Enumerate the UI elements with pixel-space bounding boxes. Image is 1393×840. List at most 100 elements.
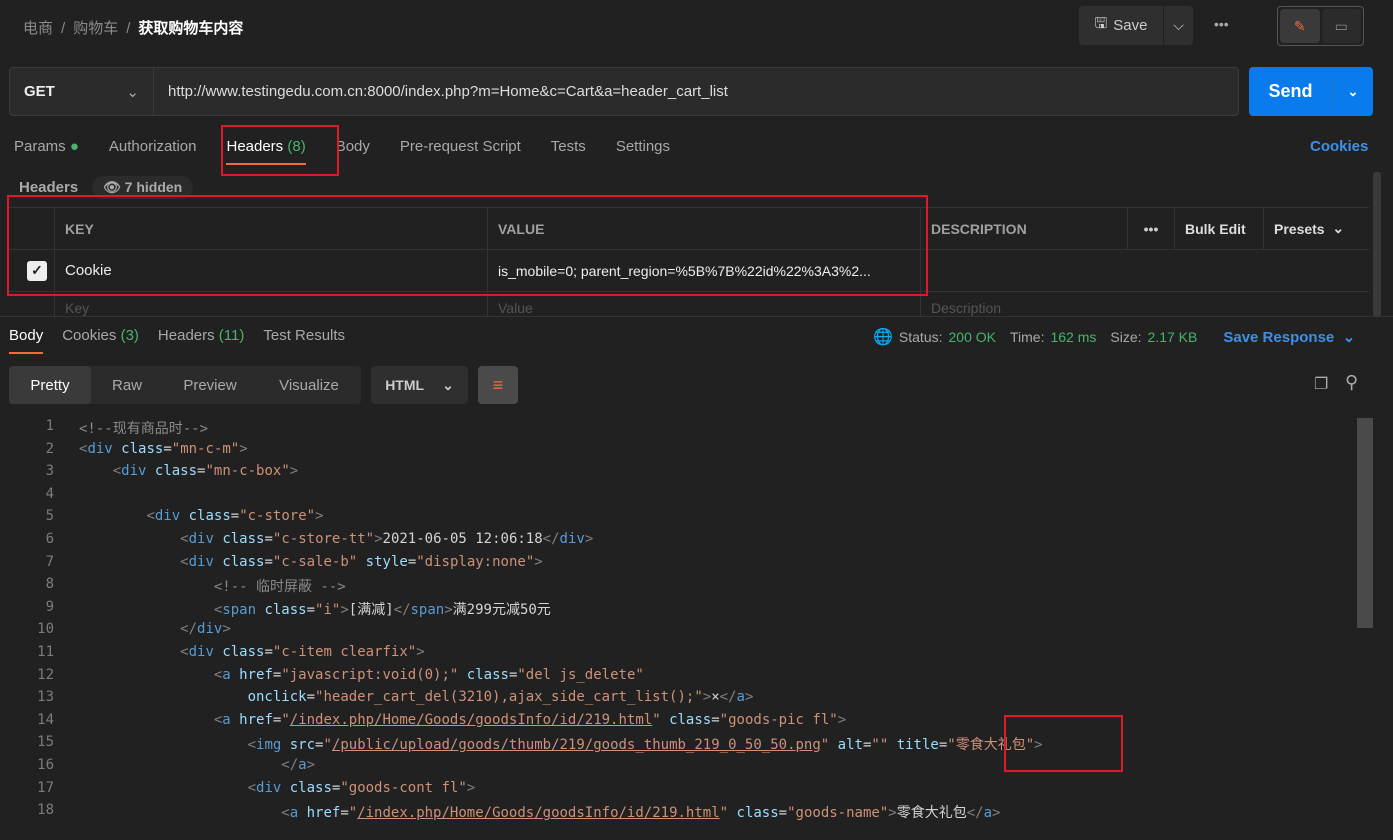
line-number: 15 xyxy=(37,734,54,751)
chevron-down-icon[interactable]: ⌄ xyxy=(1333,84,1373,100)
new-description-input[interactable]: Description xyxy=(921,292,1369,316)
response-body-code[interactable]: 1 <!--现有商品时--> 2 <div class="mn-c-m"> 3 <div… xyxy=(0,418,1357,825)
line-number: 13 xyxy=(37,689,54,706)
code-line: 16 </a> xyxy=(0,757,1357,780)
comment-icon[interactable]: ▭ xyxy=(1321,9,1361,43)
chevron-down-icon: ⌄ xyxy=(442,376,454,393)
scrollbar[interactable] xyxy=(1373,172,1381,317)
breadcrumb-item[interactable]: 购物车 xyxy=(73,20,118,37)
response-tabs: Body Cookies (3) Headers (11) Test Resul… xyxy=(9,327,345,354)
tab-response-headers[interactable]: Headers (11) xyxy=(158,327,244,344)
search-icon[interactable]: ⚲ xyxy=(1345,372,1358,393)
line-number: 5 xyxy=(45,508,54,525)
tab-test-results[interactable]: Test Results xyxy=(263,327,345,344)
code-text: <span class="i">[满减]</span>满299元减50元 xyxy=(213,601,551,618)
response-time: 162 ms xyxy=(1050,329,1097,345)
line-number: 4 xyxy=(45,485,54,502)
chevron-down-icon: ⌵ xyxy=(1173,17,1184,33)
code-text: </a> xyxy=(281,756,316,773)
code-text: <div class="mn-c-box"> xyxy=(112,463,299,480)
tab-body[interactable]: Body xyxy=(336,138,370,155)
code-text: </div> xyxy=(180,621,231,638)
send-button[interactable]: Send ⌄ xyxy=(1249,67,1373,116)
code-line: 14 <a href="/index.php/Home/Goods/goodsI… xyxy=(0,712,1357,735)
code-line: 6 <div class="c-store-tt">2021-06-05 12:… xyxy=(0,531,1357,554)
code-text: <div class="mn-c-m"> xyxy=(79,440,248,457)
line-number: 6 xyxy=(45,530,54,547)
header-description[interactable] xyxy=(921,250,1369,291)
tab-tests[interactable]: Tests xyxy=(551,138,586,155)
line-number: 18 xyxy=(37,802,54,819)
code-text: <div class="c-store-tt">2021-06-05 12:06… xyxy=(180,530,594,547)
code-text: <div class="goods-cont fl"> xyxy=(247,779,476,796)
line-number: 9 xyxy=(45,598,54,615)
code-line: 12 <a href="javascript:void(0);" class="… xyxy=(0,667,1357,690)
code-line: 2 <div class="mn-c-m"> xyxy=(0,441,1357,464)
code-text: <div class="c-store"> xyxy=(146,508,324,525)
code-scrollbar[interactable] xyxy=(1357,418,1373,628)
status-code: 200 OK xyxy=(948,329,996,345)
tab-response-body[interactable]: Body xyxy=(9,327,44,354)
code-text: <img src="/public/upload/goods/thumb/219… xyxy=(247,737,1043,754)
save-options-dropdown[interactable]: ⌵ xyxy=(1164,6,1193,45)
url-input[interactable]: http://www.testingedu.com.cn:8000/index.… xyxy=(153,67,1239,116)
copy-icon[interactable]: ❐ xyxy=(1314,374,1328,394)
mode-visualize[interactable]: Visualize xyxy=(257,366,361,404)
edit-icon[interactable]: ✎ xyxy=(1280,9,1320,43)
code-text: <!--现有商品时--> xyxy=(79,421,209,437)
code-text: onclick="header_cart_del(3210),ajax_side… xyxy=(247,689,754,706)
line-number: 1 xyxy=(45,418,54,434)
code-line: 3 <div class="mn-c-box"> xyxy=(0,463,1357,486)
code-line: 15 <img src="/public/upload/goods/thumb/… xyxy=(0,734,1357,757)
tab-response-cookies[interactable]: Cookies (3) xyxy=(62,327,139,344)
tab-authorization[interactable]: Authorization xyxy=(109,138,197,155)
page-title: 获取购物车内容 xyxy=(138,20,244,37)
column-description: DESCRIPTION xyxy=(921,208,1128,249)
line-number: 8 xyxy=(45,576,54,593)
code-text: <a href="/index.php/Home/Goods/goodsInfo… xyxy=(213,711,847,728)
mode-pretty[interactable]: Pretty xyxy=(9,366,91,404)
save-button[interactable]: 🖫 Save xyxy=(1079,6,1163,45)
code-line: 4 xyxy=(0,486,1357,509)
line-number: 10 xyxy=(37,621,54,638)
code-line: 8 <!-- 临时屏蔽 --> xyxy=(0,576,1357,599)
method-select[interactable]: GET ⌄ xyxy=(9,67,154,116)
format-select[interactable]: HTML ⌄ xyxy=(371,366,468,404)
line-number: 14 xyxy=(37,711,54,728)
mode-raw[interactable]: Raw xyxy=(91,366,163,404)
code-text: <div class="c-item clearfix"> xyxy=(180,643,425,660)
code-line: 10 </div> xyxy=(0,621,1357,644)
code-text: <a href="/index.php/Home/Goods/goodsInfo… xyxy=(281,805,1001,822)
code-line: 9 <span class="i">[满减]</span>满299元减50元 xyxy=(0,599,1357,622)
view-mode-tabs: Pretty Raw Preview Visualize xyxy=(9,366,361,404)
code-line: 1 <!--现有商品时--> xyxy=(0,418,1357,441)
bulk-edit-button[interactable]: Bulk Edit xyxy=(1175,208,1264,249)
response-size: 2.17 KB xyxy=(1147,329,1198,345)
headers-title: Headers xyxy=(19,179,79,196)
line-number: 2 xyxy=(45,440,54,457)
line-number: 11 xyxy=(37,643,54,660)
wrap-lines-icon[interactable]: ≡ xyxy=(478,366,518,404)
tab-pre-request-script[interactable]: Pre-request Script xyxy=(400,138,521,155)
divider xyxy=(0,316,1393,317)
globe-icon[interactable]: 🌐 xyxy=(873,327,893,347)
mode-preview[interactable]: Preview xyxy=(163,366,257,404)
code-text: <!-- 临时屏蔽 --> xyxy=(213,579,346,596)
code-line: 5 <div class="c-store"> xyxy=(0,508,1357,531)
code-line: 11 <div class="c-item clearfix"> xyxy=(0,644,1357,667)
cookies-link[interactable]: Cookies xyxy=(1310,138,1368,155)
presets-dropdown[interactable]: Presets ⌄ xyxy=(1264,208,1369,249)
code-text: <div class="c-sale-b" style="display:non… xyxy=(180,553,543,570)
more-options-icon[interactable]: ••• xyxy=(1214,16,1229,32)
highlight-box xyxy=(221,125,339,176)
line-number: 16 xyxy=(37,756,54,773)
more-options-icon[interactable]: ••• xyxy=(1128,208,1175,249)
line-number: 3 xyxy=(45,463,54,480)
chevron-down-icon: ⌄ xyxy=(126,83,139,101)
tab-settings[interactable]: Settings xyxy=(616,138,670,155)
breadcrumb-item[interactable]: 电商 xyxy=(23,20,53,37)
tab-params[interactable]: Params ● xyxy=(14,138,79,155)
save-response-button[interactable]: Save Response ⌄ xyxy=(1223,328,1355,346)
code-line: 7 <div class="c-sale-b" style="display:n… xyxy=(0,554,1357,577)
eye-icon: 👁 xyxy=(103,179,121,195)
